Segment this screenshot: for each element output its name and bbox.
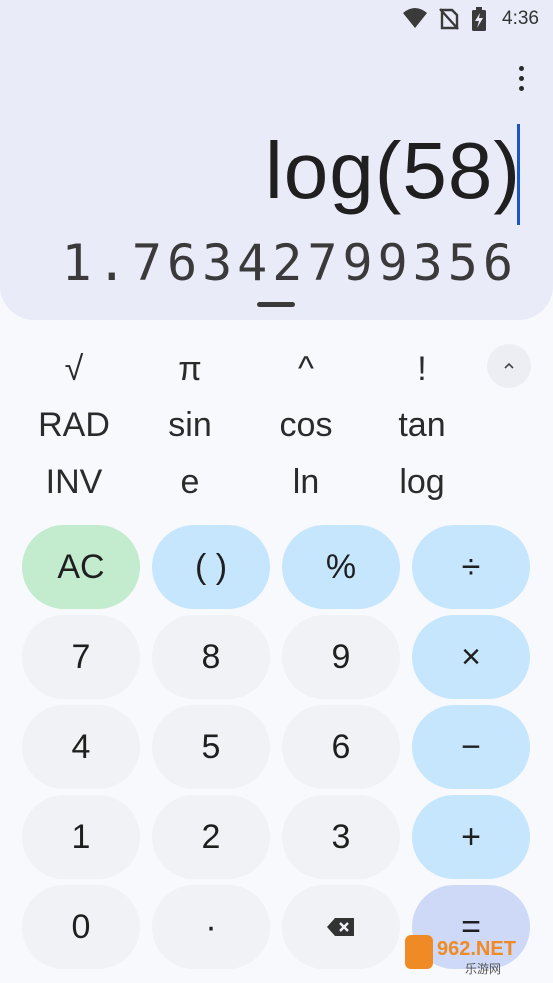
watermark-text: 962.NET — [437, 938, 516, 960]
backspace-button[interactable] — [282, 885, 400, 969]
ln-key[interactable]: ln — [248, 456, 364, 508]
digit-4-button[interactable]: 4 — [22, 705, 140, 789]
chevron-up-icon — [504, 362, 514, 369]
text-cursor — [517, 124, 520, 225]
backspace-icon — [327, 918, 354, 936]
factorial-key[interactable]: ! — [364, 343, 480, 395]
percent-button[interactable]: % — [282, 525, 400, 609]
multiply-button[interactable]: × — [412, 615, 530, 699]
collapse-scientific-button[interactable] — [487, 344, 531, 388]
no-sim-icon — [439, 8, 459, 30]
digit-9-button[interactable]: 9 — [282, 615, 400, 699]
pi-key[interactable]: π — [132, 343, 248, 395]
digit-1-button[interactable]: 1 — [22, 795, 140, 879]
digit-7-button[interactable]: 7 — [22, 615, 140, 699]
status-bar: 4:36 — [0, 0, 553, 38]
digit-6-button[interactable]: 6 — [282, 705, 400, 789]
digit-0-button[interactable]: 0 — [22, 885, 140, 969]
wifi-icon — [403, 8, 427, 28]
power-key[interactable]: ^ — [248, 343, 364, 395]
cos-key[interactable]: cos — [248, 399, 364, 451]
inv-key[interactable]: INV — [16, 456, 132, 508]
digit-8-button[interactable]: 8 — [152, 615, 270, 699]
digit-5-button[interactable]: 5 — [152, 705, 270, 789]
minus-button[interactable]: − — [412, 705, 530, 789]
digit-3-button[interactable]: 3 — [282, 795, 400, 879]
rad-key[interactable]: RAD — [16, 399, 132, 451]
status-time: 4:36 — [502, 8, 539, 29]
plus-button[interactable]: + — [412, 795, 530, 879]
divide-button[interactable]: ÷ — [412, 525, 530, 609]
battery-charging-icon — [472, 7, 486, 31]
more-options-icon[interactable] — [515, 66, 527, 96]
tan-key[interactable]: tan — [364, 399, 480, 451]
digit-2-button[interactable]: 2 — [152, 795, 270, 879]
decimal-button[interactable]: · — [152, 885, 270, 969]
result-preview: 1.76342799356 — [61, 234, 518, 292]
e-key[interactable]: e — [132, 456, 248, 508]
sqrt-key[interactable]: √ — [16, 343, 132, 395]
watermark-subtext: 乐游网 — [465, 962, 501, 976]
drag-handle[interactable] — [257, 302, 295, 307]
clear-button[interactable]: AC — [22, 525, 140, 609]
watermark-logo: 962.NET 乐游网 — [405, 935, 516, 976]
expression-input[interactable]: log(58) — [265, 125, 521, 217]
log-key[interactable]: log — [364, 456, 480, 508]
sin-key[interactable]: sin — [132, 399, 248, 451]
display-panel: 4:36 log(58) 1.76342799356 — [0, 0, 553, 320]
parentheses-button[interactable]: ( ) — [152, 525, 270, 609]
scientific-panel: √ π ^ ! RAD sin cos tan INV e ln log — [0, 330, 553, 515]
